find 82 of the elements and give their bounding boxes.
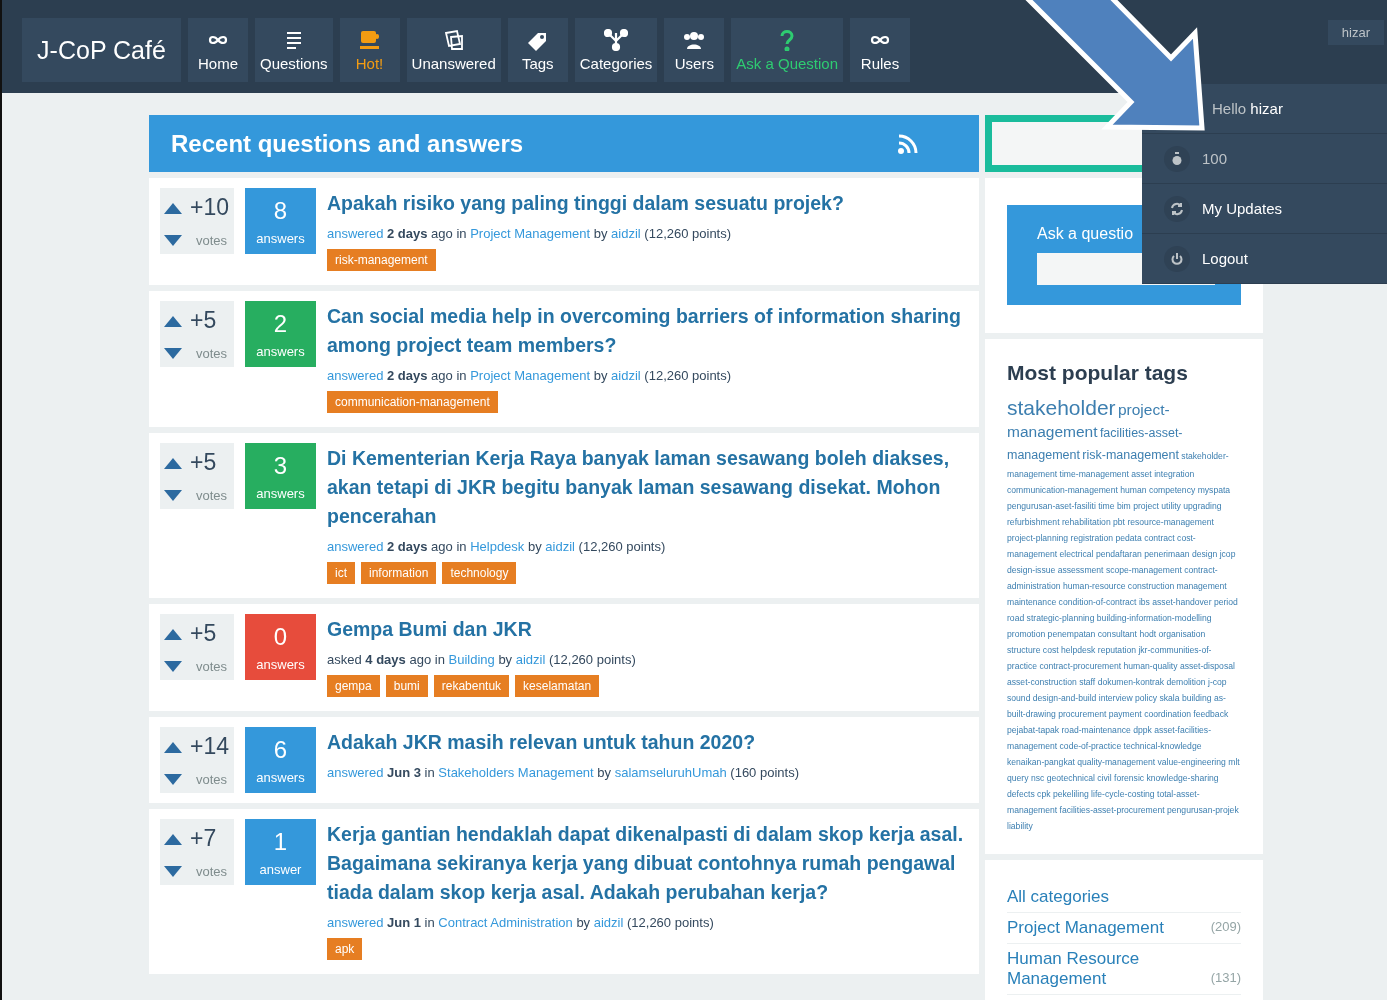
- votes-label: votes: [195, 864, 229, 879]
- question-meta: answered Jun 1 in Contract Administration by aidzil (12,260 points): [327, 915, 715, 930]
- nav-item[interactable]: Rules: [850, 18, 911, 82]
- tag[interactable]: apk: [327, 938, 363, 960]
- category-count: (131): [1210, 970, 1241, 987]
- votes-label: votes: [195, 346, 229, 361]
- downvote-icon[interactable]: [164, 489, 182, 502]
- category-link[interactable]: All categories: [1007, 887, 1177, 907]
- tag[interactable]: rekabentuk: [433, 675, 510, 697]
- tag[interactable]: risk-management: [327, 249, 436, 271]
- answer-count-box: 3 answers: [245, 443, 316, 509]
- menu-item[interactable]: Logout: [1202, 250, 1248, 267]
- upvote-icon[interactable]: [164, 627, 182, 640]
- medal-icon: [1170, 151, 1184, 166]
- votes-label: votes: [195, 488, 229, 503]
- site-logo[interactable]: J-CoP Café: [22, 18, 181, 82]
- ask-label: Ask a questio: [1037, 225, 1135, 243]
- vote-count: +10: [190, 194, 230, 221]
- votes-label: votes: [195, 233, 229, 248]
- tag[interactable]: keselamatan: [515, 675, 600, 697]
- nav-item[interactable]: Tags: [507, 18, 568, 82]
- nav-item[interactable]: Unanswered: [406, 18, 501, 82]
- question-meta: asked 4 days ago in Building by aidzil (12,260 points): [327, 652, 637, 667]
- tag[interactable]: gempa: [327, 675, 380, 697]
- nav-item[interactable]: Ask a Question: [731, 18, 844, 82]
- nav-item[interactable]: Questions: [255, 18, 333, 82]
- answer-count-box: 6 answers: [245, 727, 316, 793]
- downvote-icon[interactable]: [164, 773, 182, 786]
- downvote-icon[interactable]: [164, 865, 182, 878]
- question-meta: answered 2 days ago in Project Management by aidzil (12,260 points): [327, 368, 733, 383]
- vote-count: +14: [190, 733, 230, 760]
- cup-icon: [357, 28, 382, 51]
- answer-count-box: 0 answers: [245, 614, 316, 680]
- downvote-icon[interactable]: [164, 234, 182, 247]
- question-title[interactable]: Can social media help in overcoming barriers of information sharing among project team members?: [327, 302, 969, 360]
- power-icon: [1170, 251, 1184, 266]
- downvote-icon[interactable]: [164, 347, 182, 360]
- category-count: (209): [1210, 919, 1241, 936]
- question-title[interactable]: Apakah risiko yang paling tinggi dalam sesuatu projek?: [327, 189, 969, 218]
- tag-cloud[interactable]: stakeholder project-managementfacilities-asset-management risk-management stakeholder-management time-management asset integration communication-management human competency myspata pengurusan-aset-fasiliti time bim project utility upgrading refurbishment rehabilitation pbt resource-management project-planning registration pedata contract cost-management electrical pendaftaran penerimaan design jcop design-issue assessment scope-management contract-administration human-resource construction management maintenance condition-of-contract ibs asset-handover period road strategic-planning building-information-modelling promotion penempatan consultant hodt organisation structure cost helpdesk reputation jkr-communities-of-practice contract-procurement human-quality asset-disposal asset-construction staff dokumen-kontrak demolition j-cop sound design-and-build interview policy skala building as-built-drawing procurement payment coordination feedback pejabat-tapak road-maintenance dppk asset-facilities-management code-of-practice technical-knowledge kenaikan-pangkat quality-management value-engineering mlt query nsc geotechnical civil forensic knowledge-sharing defects cpk pekeliling life-cycle-costing total-asset-management facilities-asset-procurement pengurusan-projek liability: [1007, 397, 1241, 834]
- vote-count: +5: [190, 620, 218, 647]
- refresh-icon: [1170, 201, 1184, 216]
- tag[interactable]: ict: [327, 562, 355, 584]
- downvote-icon[interactable]: [164, 660, 182, 673]
- panel-title: Most popular tags: [1007, 361, 1189, 385]
- vote-count: +5: [190, 307, 218, 334]
- answer-count-box: 2 answers: [245, 301, 316, 367]
- answer-count-box: 1 answer: [245, 819, 316, 885]
- question-meta: answered 2 days ago in Helpdesk by aidzil (12,260 points): [327, 539, 667, 554]
- upvote-icon[interactable]: [164, 740, 182, 753]
- votes-label: votes: [195, 772, 229, 787]
- tag[interactable]: technology: [442, 562, 517, 584]
- tag[interactable]: bumi: [385, 675, 428, 697]
- question-title[interactable]: Di Kementerian Kerja Raya banyak laman sesawang boleh diakses, akan tetapi di JKR begitu banyak laman sesawang disekat. Mohon pencerahan: [327, 444, 969, 531]
- tag[interactable]: communication-management: [327, 391, 498, 413]
- nav-item[interactable]: Hot!: [339, 18, 400, 82]
- vote-count: +5: [190, 449, 218, 476]
- nav-item[interactable]: Users: [664, 18, 725, 82]
- category-link[interactable]: Project Management: [1007, 918, 1177, 938]
- branch-icon: [604, 28, 629, 51]
- question-title[interactable]: Gempa Bumi dan JKR: [327, 615, 969, 644]
- question-meta: answered Jun 3 in Stakeholders Management by salamseluruhUmah (160 points): [327, 765, 800, 780]
- nav-item[interactable]: Home: [188, 18, 248, 82]
- menu-item[interactable]: My Updates: [1202, 200, 1283, 217]
- category-link[interactable]: Human Resource Management: [1007, 949, 1177, 989]
- vote-count: +7: [190, 825, 218, 852]
- rss-icon[interactable]: [897, 132, 919, 155]
- votes-label: votes: [195, 659, 229, 674]
- question-meta: answered 2 days ago in Project Management by aidzil (12,260 points): [327, 226, 733, 241]
- menu-item[interactable]: 100: [1202, 150, 1228, 167]
- upvote-icon[interactable]: [164, 314, 182, 327]
- user-button[interactable]: hizar: [1327, 20, 1384, 45]
- greeting-text: Hello hizar: [1211, 100, 1283, 117]
- nav-item[interactable]: Categories: [574, 18, 658, 82]
- tag[interactable]: information: [361, 562, 437, 584]
- upvote-icon[interactable]: [164, 832, 182, 845]
- question-title[interactable]: Kerja gantian hendaklah dapat dikenalpasti di dalam skop kerja asal. Bagaimana sekiranya kerja yang dibuat contohnya rumah pengawal tiada dalam skop kerja asal. Adakah perubahan kerja?: [327, 820, 969, 907]
- upvote-icon[interactable]: [164, 456, 182, 469]
- question-title[interactable]: Adakah JKR masih relevan untuk tahun 2020?: [327, 728, 969, 757]
- answer-count-box: 8 answers: [245, 188, 316, 254]
- upvote-icon[interactable]: [164, 201, 182, 214]
- section-title: Recent questions and answers: [171, 129, 524, 158]
